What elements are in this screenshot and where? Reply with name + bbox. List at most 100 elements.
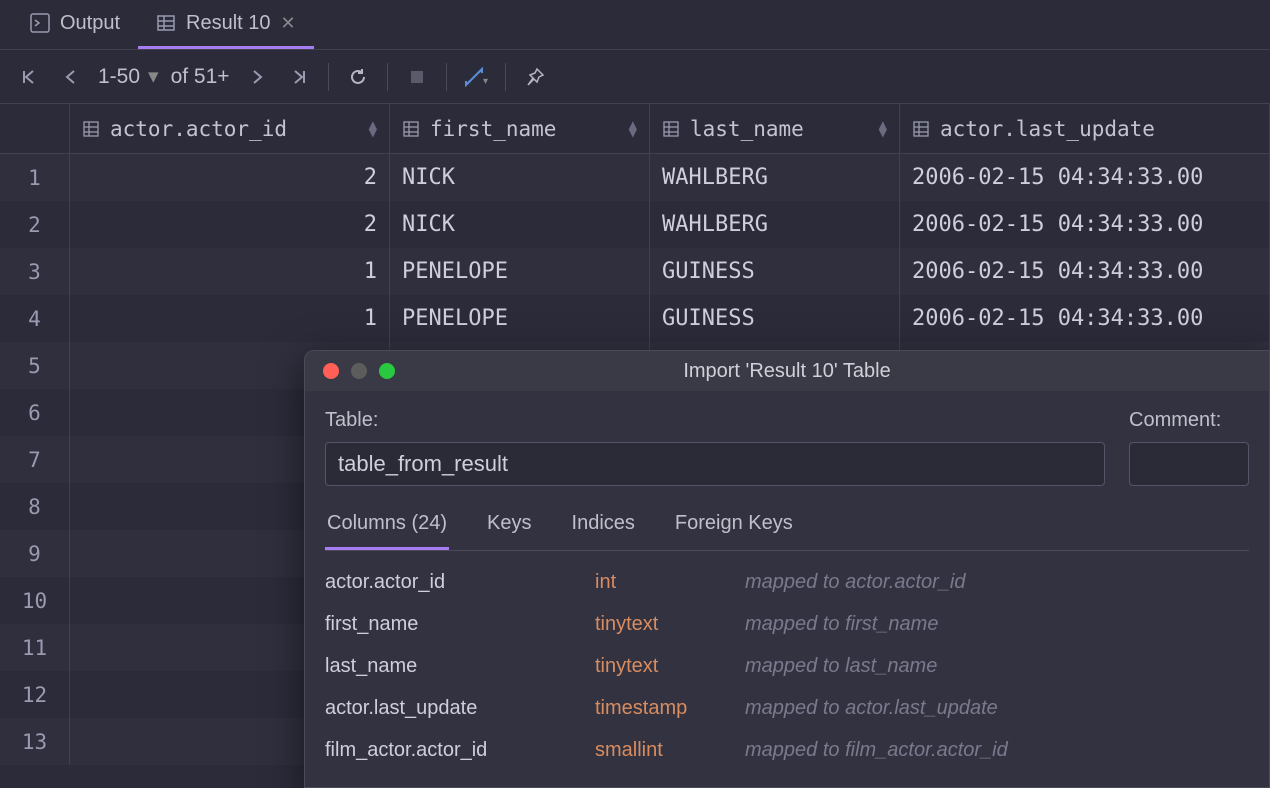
cell-actor-id[interactable]: 1 bbox=[70, 248, 390, 295]
cell-first-name[interactable]: NICK bbox=[390, 201, 650, 248]
row-number: 11 bbox=[0, 624, 70, 671]
column-mapping-row[interactable]: first_nametinytextmapped to first_name bbox=[325, 603, 1249, 645]
row-number: 2 bbox=[0, 201, 70, 248]
column-type: timestamp bbox=[595, 697, 745, 720]
chevron-down-icon: ▾ bbox=[148, 64, 159, 89]
tab-label: Result 10 bbox=[186, 12, 271, 35]
column-label: actor.last_update bbox=[940, 117, 1155, 141]
tab-result-10[interactable]: Result 10 ✕ bbox=[138, 0, 314, 49]
row-number: 13 bbox=[0, 718, 70, 765]
row-number: 9 bbox=[0, 530, 70, 577]
table-row[interactable]: 12NICKWAHLBERG2006-02-15 04:34:33.00 bbox=[0, 154, 1270, 201]
play-console-icon bbox=[30, 13, 50, 33]
row-number: 10 bbox=[0, 577, 70, 624]
table-row[interactable]: 41PENELOPEGUINESS2006-02-15 04:34:33.00 bbox=[0, 295, 1270, 342]
cell-actor-id[interactable]: 2 bbox=[70, 154, 390, 201]
page-range-dropdown[interactable]: 1-50 ▾ of 51+ bbox=[92, 64, 236, 89]
tab-label: Output bbox=[60, 12, 120, 35]
table-row[interactable]: 31PENELOPEGUINESS2006-02-15 04:34:33.00 bbox=[0, 248, 1270, 295]
column-mapping-row[interactable]: last_nametinytextmapped to last_name bbox=[325, 645, 1249, 687]
refresh-button[interactable] bbox=[337, 56, 379, 98]
cell-actor-id[interactable]: 1 bbox=[70, 295, 390, 342]
column-header-first-name[interactable]: first_name ▲▼ bbox=[390, 104, 650, 153]
row-number-header bbox=[0, 104, 70, 153]
column-name: actor.actor_id bbox=[325, 571, 595, 594]
column-header-last-update[interactable]: actor.last_update bbox=[900, 104, 1270, 153]
comment-field-label: Comment: bbox=[1129, 409, 1249, 432]
toolbar-separator bbox=[328, 63, 329, 91]
row-number: 4 bbox=[0, 295, 70, 342]
last-page-button[interactable] bbox=[278, 56, 320, 98]
first-page-button[interactable] bbox=[8, 56, 50, 98]
row-number: 5 bbox=[0, 342, 70, 389]
column-icon bbox=[402, 120, 420, 138]
close-window-button[interactable] bbox=[323, 363, 339, 379]
dialog-tabs: Columns (24) Keys Indices Foreign Keys bbox=[325, 504, 1249, 551]
tab-indices[interactable]: Indices bbox=[570, 504, 637, 550]
cell-last-name[interactable]: GUINESS bbox=[650, 295, 900, 342]
column-label: last_name bbox=[690, 117, 804, 141]
row-number: 12 bbox=[0, 671, 70, 718]
toolbar-separator bbox=[387, 63, 388, 91]
cell-first-name[interactable]: PENELOPE bbox=[390, 248, 650, 295]
column-type: int bbox=[595, 571, 745, 594]
zoom-window-button[interactable] bbox=[379, 363, 395, 379]
pin-button[interactable] bbox=[514, 56, 556, 98]
table-header-row: actor.actor_id ▲▼ first_name ▲▼ last_nam… bbox=[0, 104, 1270, 154]
sort-indicator-icon: ▲▼ bbox=[879, 121, 887, 137]
comment-input[interactable] bbox=[1129, 442, 1249, 486]
column-name: first_name bbox=[325, 613, 595, 636]
column-type: smallint bbox=[595, 739, 745, 762]
column-header-actor-id[interactable]: actor.actor_id ▲▼ bbox=[70, 104, 390, 153]
row-number: 6 bbox=[0, 389, 70, 436]
cell-last-name[interactable]: GUINESS bbox=[650, 248, 900, 295]
cell-actor-id[interactable]: 2 bbox=[70, 201, 390, 248]
column-mapping-row[interactable]: actor.last_updatetimestampmapped to acto… bbox=[325, 687, 1249, 729]
column-header-last-name[interactable]: last_name ▲▼ bbox=[650, 104, 900, 153]
table-name-input[interactable] bbox=[325, 442, 1105, 486]
window-controls bbox=[305, 363, 395, 379]
column-label: actor.actor_id bbox=[110, 117, 287, 141]
page-total-text: of 51+ bbox=[171, 65, 230, 89]
stop-button[interactable] bbox=[396, 56, 438, 98]
column-name: actor.last_update bbox=[325, 697, 595, 720]
tab-columns[interactable]: Columns (24) bbox=[325, 504, 449, 550]
cell-last-update[interactable]: 2006-02-15 04:34:33.00 bbox=[900, 201, 1270, 248]
minimize-window-button[interactable] bbox=[351, 363, 367, 379]
next-page-button[interactable] bbox=[236, 56, 278, 98]
column-type: tinytext bbox=[595, 655, 745, 678]
cell-first-name[interactable]: PENELOPE bbox=[390, 295, 650, 342]
prev-page-button[interactable] bbox=[50, 56, 92, 98]
sort-indicator-icon: ▲▼ bbox=[369, 121, 377, 137]
column-label: first_name bbox=[430, 117, 556, 141]
cell-last-update[interactable]: 2006-02-15 04:34:33.00 bbox=[900, 295, 1270, 342]
cell-last-name[interactable]: WAHLBERG bbox=[650, 154, 900, 201]
cell-last-update[interactable]: 2006-02-15 04:34:33.00 bbox=[900, 248, 1270, 295]
tab-bar: Output Result 10 ✕ bbox=[0, 0, 1270, 50]
column-mapping-row[interactable]: film_actor.actor_idsmallintmapped to fil… bbox=[325, 729, 1249, 771]
column-icon bbox=[912, 120, 930, 138]
column-icon bbox=[82, 120, 100, 138]
page-range-text: 1-50 bbox=[98, 65, 140, 89]
tab-output[interactable]: Output bbox=[12, 0, 138, 49]
column-mapping-row[interactable]: actor.actor_idintmapped to actor.actor_i… bbox=[325, 561, 1249, 603]
column-name: film_actor.actor_id bbox=[325, 739, 595, 762]
cell-last-name[interactable]: WAHLBERG bbox=[650, 201, 900, 248]
row-number: 3 bbox=[0, 248, 70, 295]
cell-first-name[interactable]: NICK bbox=[390, 154, 650, 201]
table-row[interactable]: 22NICKWAHLBERG2006-02-15 04:34:33.00 bbox=[0, 201, 1270, 248]
compare-button[interactable]: ▾ bbox=[455, 56, 497, 98]
column-name: last_name bbox=[325, 655, 595, 678]
result-toolbar: 1-50 ▾ of 51+ ▾ bbox=[0, 50, 1270, 104]
row-number: 7 bbox=[0, 436, 70, 483]
dialog-titlebar[interactable]: Import 'Result 10' Table bbox=[305, 351, 1269, 391]
column-mapping: mapped to first_name bbox=[745, 613, 938, 636]
sort-indicator-icon: ▲▼ bbox=[629, 121, 637, 137]
tab-keys[interactable]: Keys bbox=[485, 504, 533, 550]
tab-foreign-keys[interactable]: Foreign Keys bbox=[673, 504, 795, 550]
close-icon[interactable]: ✕ bbox=[281, 13, 296, 34]
import-table-dialog: Import 'Result 10' Table Table: Comment:… bbox=[304, 350, 1270, 788]
cell-last-update[interactable]: 2006-02-15 04:34:33.00 bbox=[900, 154, 1270, 201]
column-mapping: mapped to actor.last_update bbox=[745, 697, 998, 720]
column-icon bbox=[662, 120, 680, 138]
